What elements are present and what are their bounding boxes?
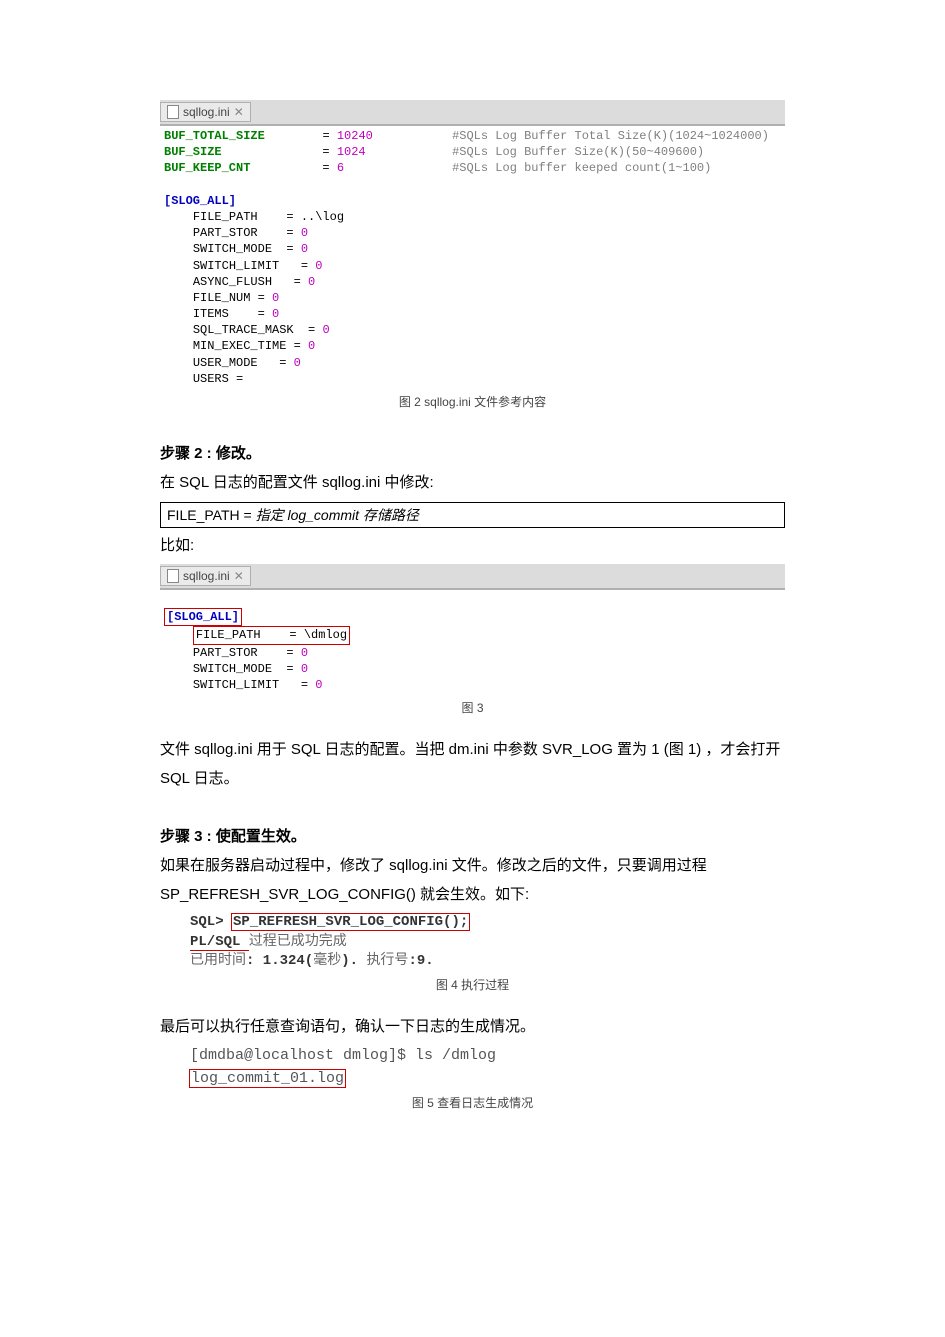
close-icon[interactable]: ✕ [234, 569, 244, 583]
figure-4-terminal: SQL> SP_REFRESH_SVR_LOG_CONFIG(); PL/SQL… [160, 913, 785, 972]
code-content: [SLOG_ALL] FILE_PATH = \dmlog PART_STOR … [160, 589, 785, 695]
after-fig3-text: 文件 sqllog.ini 用于 SQL 日志的配置。当把 dm.ini 中参数… [160, 736, 785, 793]
highlight-file-path: FILE_PATH = \dmlog [193, 626, 350, 644]
figure-5-caption: 图 5 查看日志生成情况 [160, 1094, 785, 1111]
code-content: BUF_TOTAL_SIZE = 10240 #SQLs Log Buffer … [160, 125, 785, 389]
underline-span: PL/SQL [190, 934, 249, 951]
file-icon [167, 569, 179, 583]
step-3-title: 步骤 3 : 使配置生效。 [160, 825, 785, 846]
config-box: FILE_PATH = 指定 log_commit 存储路径 [160, 502, 785, 528]
tab-label: sqllog.ini [183, 105, 230, 119]
editor-tab[interactable]: sqllog.ini ✕ [160, 566, 251, 586]
editor-tab[interactable]: sqllog.ini ✕ [160, 102, 251, 122]
bijiao-label: 比如: [160, 532, 785, 561]
figure-5-terminal: [dmdba@localhost dmlog]$ ls /dmlog log_c… [160, 1045, 785, 1090]
tab-bar: sqllog.ini ✕ [160, 100, 785, 125]
figure-2-caption: 图 2 sqllog.ini 文件参考内容 [160, 393, 785, 410]
file-icon [167, 105, 179, 119]
highlight-section: [SLOG_ALL] [164, 608, 242, 626]
tab-bar: sqllog.ini ✕ [160, 564, 785, 589]
step-2-title: 步骤 2 : 修改。 [160, 442, 785, 463]
figure-3-caption: 图 3 [160, 699, 785, 716]
after-fig4-text: 最后可以执行任意查询语句，确认一下日志的生成情况。 [160, 1013, 785, 1042]
close-icon[interactable]: ✕ [234, 105, 244, 119]
tab-label: sqllog.ini [183, 569, 230, 583]
highlight-log-file: log_commit_01.log [190, 1070, 345, 1087]
step-2-intro: 在 SQL 日志的配置文件 sqllog.ini 中修改: [160, 469, 785, 498]
step-3-text: 如果在服务器启动过程中，修改了 sqllog.ini 文件。修改之后的文件，只要… [160, 852, 785, 909]
highlight-sql-cmd: SP_REFRESH_SVR_LOG_CONFIG(); [232, 914, 469, 930]
figure-4-caption: 图 4 执行过程 [160, 976, 785, 993]
figure-3: sqllog.ini ✕ [SLOG_ALL] FILE_PATH = \dml… [160, 564, 785, 716]
figure-2: sqllog.ini ✕ BUF_TOTAL_SIZE = 10240 #SQL… [160, 100, 785, 410]
